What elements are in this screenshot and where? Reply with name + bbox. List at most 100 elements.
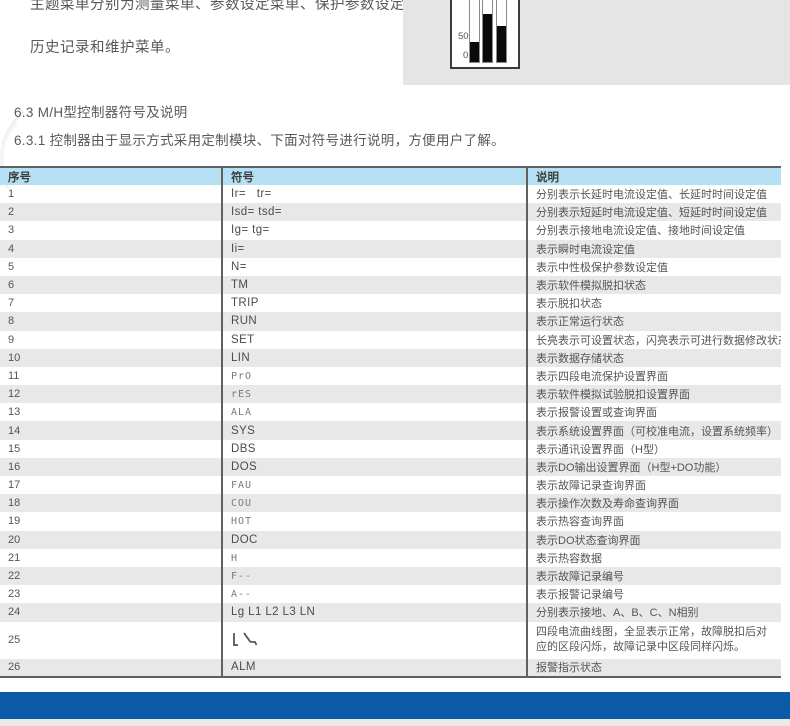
table-row: 19 HOT 表示热容查询界面 (0, 512, 781, 530)
table-row: 5N=表示中性极保护参数设定值 (0, 258, 781, 276)
header-desc: 说明 (527, 167, 781, 185)
symbol-cell: Ii= (222, 240, 527, 258)
table-row: 10 LIN 表示数据存储状态 (0, 349, 781, 367)
description-cell: 分别表示长延时电流设定值、长延时时间设定值 (527, 185, 781, 203)
segment-display-symbol: HOT (231, 516, 252, 527)
table-row: 2Isd= tsd=分别表示短延时电流设定值、短延时时间设定值 (0, 203, 781, 221)
symbol-table-body: 1Ir= tr=分别表示长延时电流设定值、长延时时间设定值2Isd= tsd=分… (0, 185, 781, 677)
table-row: 18COU表示操作次数及寿命查询界面 (0, 494, 781, 512)
symbol-text: Ir= tr= (231, 188, 272, 200)
row-number-cell: 7 (0, 294, 222, 312)
description-cell: 分别表示接地电流设定值、接地时间设定值 (527, 221, 781, 239)
segment-display-symbol: ALA (231, 407, 252, 418)
row-number-cell: 4 (0, 240, 222, 258)
row-number-cell: 5 (0, 258, 222, 276)
description-cell: 表示中性极保护参数设定值 (527, 258, 781, 276)
symbol-text: LIN (231, 352, 250, 364)
symbol-cell: DBS (222, 440, 527, 458)
symbol-text: SET (231, 334, 255, 346)
table-row: 1Ir= tr=分别表示长延时电流设定值、长延时时间设定值 (0, 185, 781, 203)
row-number-cell: 11 (0, 367, 222, 385)
symbol-cell: SYS (222, 421, 527, 439)
description-cell: 表示热容数据 (527, 549, 781, 567)
description-cell: 表示正常运行状态 (527, 312, 781, 330)
section-heading: 6.3 M/H型控制器符号及说明 (14, 101, 188, 121)
row-number-cell: 2 (0, 203, 222, 221)
header-no: 序号 (0, 167, 222, 185)
table-row: 13 ALA 表示报警设置或查询界面 (0, 403, 781, 421)
row-number-cell: 22 (0, 567, 222, 585)
description-cell: 表示瞬时电流设定值 (527, 240, 781, 258)
gauge-bar-3 (496, 0, 507, 63)
symbol-table: 序号 符号 说明 1Ir= tr=分别表示长延时电流设定值、长延时时间设定值2I… (0, 166, 781, 678)
symbol-text: Isd= tsd= (231, 206, 282, 218)
chart-bar-fill (497, 26, 506, 62)
description-cell: 表示通讯设置界面（H型） (527, 440, 781, 458)
symbol-cell: SET (222, 331, 527, 349)
symbol-cell: FAU (222, 476, 527, 494)
description-cell: 表示操作次数及寿命查询界面 (527, 494, 781, 512)
description-cell: 表示数据存储状态 (527, 349, 781, 367)
symbol-cell: COU (222, 494, 527, 512)
description-cell: 表示热容查询界面 (527, 512, 781, 530)
table-row: 12rES表示软件模拟试验脱扣设置界面 (0, 385, 781, 403)
symbol-cell: N= (222, 258, 527, 276)
table-row: 9SET长亮表示可设置状态，闪亮表示可进行数据修改状态 (0, 331, 781, 349)
symbol-cell: H (222, 549, 527, 567)
symbol-cell: Ir= tr= (222, 185, 527, 203)
row-number-cell: 26 (0, 659, 222, 677)
table-row: 4 Ii= 表示瞬时电流设定值 (0, 240, 781, 258)
description-cell: 表示四段电流保护设置界面 (527, 367, 781, 385)
symbol-cell: TM (222, 276, 527, 294)
symbol-text: RUN (231, 315, 257, 327)
y-tick-50: 50 (458, 32, 469, 42)
row-number-cell: 19 (0, 512, 222, 530)
row-number-cell: 12 (0, 385, 222, 403)
table-row: 21H表示热容数据 (0, 549, 781, 567)
symbol-cell: PrO (222, 367, 527, 385)
symbol-text: SYS (231, 425, 255, 437)
symbol-cell: Lg L1 L2 L3 LN (222, 603, 527, 621)
gauge-bar-1 (469, 0, 480, 63)
page-bottom-strip (0, 719, 790, 726)
gauge-bar-2 (482, 0, 493, 63)
table-row: 25四段电流曲线图，全显表示正常，故障脱扣后对应的区段闪烁，故障记录中区段同样闪… (0, 622, 781, 659)
description-cell: 表示脱扣状态 (527, 294, 781, 312)
symbol-text: DOS (231, 461, 257, 473)
description-cell: 分别表示接地、A、B、C、N相别 (527, 603, 781, 621)
row-number-cell: 25 (0, 622, 222, 659)
description-cell: 表示故障记录查询界面 (527, 476, 781, 494)
row-number-cell: 20 (0, 531, 222, 549)
row-number-cell: 10 (0, 349, 222, 367)
table-row: 6TM表示软件模拟脱扣状态 (0, 276, 781, 294)
symbol-text: Lg L1 L2 L3 LN (231, 606, 315, 618)
row-number-cell: 3 (0, 221, 222, 239)
description-cell: 表示DO状态查询界面 (527, 531, 781, 549)
symbol-cell: rES (222, 385, 527, 403)
description-cell: 表示报警记录编号 (527, 585, 781, 603)
row-number-cell: 18 (0, 494, 222, 512)
symbol-cell: DOC (222, 531, 527, 549)
symbol-cell: Isd= tsd= (222, 203, 527, 221)
table-row: 17FAU表示故障记录查询界面 (0, 476, 781, 494)
table-row: 15DBS表示通讯设置界面（H型） (0, 440, 781, 458)
symbol-cell: ALM (222, 659, 527, 677)
row-number-cell: 13 (0, 403, 222, 421)
table-row: 11 PrO 表示四段电流保护设置界面 (0, 367, 781, 385)
symbol-cell: HOT (222, 512, 527, 530)
symbol-text: Ii= (231, 243, 245, 255)
table-row: 3 Ig= tg= 分别表示接地电流设定值、接地时间设定值 (0, 221, 781, 239)
row-number-cell: 14 (0, 421, 222, 439)
description-cell: 表示软件模拟脱扣状态 (527, 276, 781, 294)
description-cell: 表示报警设置或查询界面 (527, 403, 781, 421)
row-number-cell: 6 (0, 276, 222, 294)
symbol-cell (222, 622, 527, 659)
table-row: 14SYS表示系统设置界面（可校准电流，设置系统频率） (0, 421, 781, 439)
table-row: 20DOC表示DO状态查询界面 (0, 531, 781, 549)
segment-display-symbol: PrO (231, 371, 252, 382)
table-row: 22F--表示故障记录编号 (0, 567, 781, 585)
table-row: 26ALM报警指示状态 (0, 659, 781, 677)
intro-text-line2: 历史记录和维护菜单。 (30, 36, 180, 57)
table-row: 7TRIP表示脱扣状态 (0, 294, 781, 312)
symbol-text: Ig= tg= (231, 224, 270, 236)
